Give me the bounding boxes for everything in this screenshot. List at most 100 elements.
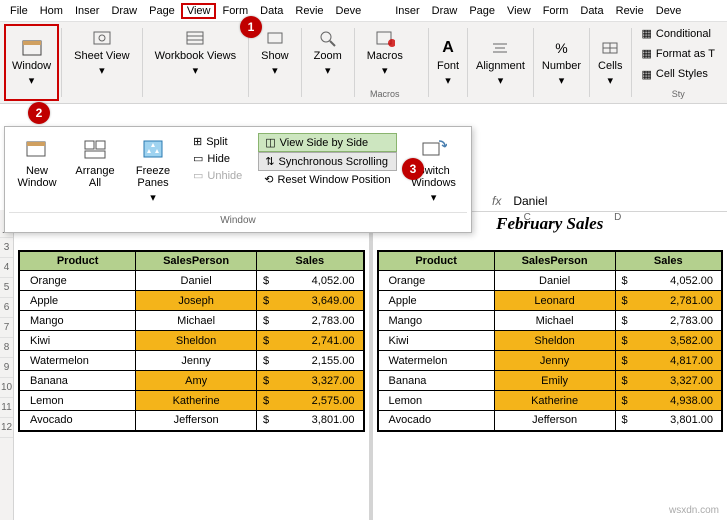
- format-as-table-button[interactable]: ▦Format as T: [638, 46, 720, 61]
- workbook-views-button[interactable]: Workbook Views ▾: [149, 26, 243, 79]
- zoom-button[interactable]: Zoom ▾: [308, 26, 348, 79]
- cell-sales[interactable]: 2,155.00: [275, 351, 363, 371]
- menu2-form[interactable]: Form: [537, 3, 575, 19]
- th-sales[interactable]: Sales: [257, 251, 364, 271]
- col-c[interactable]: C: [482, 212, 573, 228]
- menu-review[interactable]: Revie: [289, 3, 329, 19]
- formula-value[interactable]: Daniel: [509, 194, 551, 208]
- cell-product[interactable]: Kiwi: [378, 331, 495, 351]
- menu-draw[interactable]: Draw: [105, 3, 143, 19]
- cell-currency[interactable]: $: [257, 291, 276, 311]
- cell-currency[interactable]: $: [615, 351, 634, 371]
- th-product[interactable]: Product: [19, 251, 136, 271]
- table-row[interactable]: MangoMichael$2,783.00: [378, 311, 723, 331]
- table-row[interactable]: BananaEmily$3,327.00: [378, 371, 723, 391]
- row-7[interactable]: 7: [0, 318, 13, 338]
- conditional-format-button[interactable]: ▦Conditional: [638, 26, 715, 41]
- menu-home[interactable]: Hom: [34, 3, 69, 19]
- table-row[interactable]: MangoMichael$2,783.00: [19, 311, 364, 331]
- synchronous-scrolling-button[interactable]: ⇅Synchronous Scrolling: [258, 152, 396, 171]
- table-row[interactable]: KiwiSheldon$2,741.00: [19, 331, 364, 351]
- table-row[interactable]: AvocadoJefferson$3,801.00: [378, 411, 723, 431]
- view-side-by-side-button[interactable]: ◫View Side by Side: [258, 133, 396, 152]
- cell-product[interactable]: Banana: [19, 371, 136, 391]
- sheet-view-button[interactable]: Sheet View ▾: [68, 26, 135, 79]
- cell-currency[interactable]: $: [615, 291, 634, 311]
- cell-product[interactable]: Apple: [378, 291, 495, 311]
- window-button[interactable]: Window ▾: [4, 24, 59, 101]
- row-4[interactable]: 4: [0, 258, 13, 278]
- cell-person[interactable]: Michael: [494, 311, 615, 331]
- row-5[interactable]: 5: [0, 278, 13, 298]
- cell-currency[interactable]: $: [615, 331, 634, 351]
- table-row[interactable]: LemonKatherine$4,938.00: [378, 391, 723, 411]
- cell-person[interactable]: Daniel: [494, 271, 615, 291]
- cell-product[interactable]: Orange: [19, 271, 136, 291]
- col-d[interactable]: D: [573, 212, 664, 228]
- cell-sales[interactable]: 4,052.00: [634, 271, 722, 291]
- menu-insert[interactable]: Inser: [69, 3, 105, 19]
- menu2-page[interactable]: Page: [463, 3, 501, 19]
- th-salesperson-r[interactable]: SalesPerson: [494, 251, 615, 271]
- menu2-insert[interactable]: Inser: [389, 3, 425, 19]
- number-button[interactable]: % Number ▾: [536, 24, 587, 101]
- table-row[interactable]: WatermelonJenny$2,155.00: [19, 351, 364, 371]
- cell-product[interactable]: Apple: [19, 291, 136, 311]
- cell-product[interactable]: Watermelon: [378, 351, 495, 371]
- cell-sales[interactable]: 4,052.00: [275, 271, 363, 291]
- cell-person[interactable]: Leonard: [494, 291, 615, 311]
- cell-sales[interactable]: 3,582.00: [634, 331, 722, 351]
- cell-person[interactable]: Amy: [136, 371, 257, 391]
- th-sales-r[interactable]: Sales: [615, 251, 722, 271]
- cell-product[interactable]: Mango: [378, 311, 495, 331]
- cell-currency[interactable]: $: [257, 411, 276, 431]
- cell-person[interactable]: Katherine: [136, 391, 257, 411]
- table-row[interactable]: AvocadoJefferson$3,801.00: [19, 411, 364, 431]
- cell-sales[interactable]: 3,801.00: [634, 411, 722, 431]
- cell-currency[interactable]: $: [615, 391, 634, 411]
- new-window-button[interactable]: New Window: [9, 131, 65, 208]
- menu2-draw[interactable]: Draw: [426, 3, 464, 19]
- cell-person[interactable]: Emily: [494, 371, 615, 391]
- cell-sales[interactable]: 2,575.00: [275, 391, 363, 411]
- row-6[interactable]: 6: [0, 298, 13, 318]
- cell-sales[interactable]: 4,938.00: [634, 391, 722, 411]
- th-salesperson[interactable]: SalesPerson: [136, 251, 257, 271]
- cell-sales[interactable]: 3,649.00: [275, 291, 363, 311]
- cell-sales[interactable]: 3,327.00: [275, 371, 363, 391]
- menu-page[interactable]: Page: [143, 3, 181, 19]
- cell-person[interactable]: Jefferson: [136, 411, 257, 431]
- table-row[interactable]: BananaAmy$3,327.00: [19, 371, 364, 391]
- cell-person[interactable]: Michael: [136, 311, 257, 331]
- cell-product[interactable]: Avocado: [19, 411, 136, 431]
- table-row[interactable]: KiwiSheldon$3,582.00: [378, 331, 723, 351]
- row-9[interactable]: 9: [0, 358, 13, 378]
- cell-product[interactable]: Kiwi: [19, 331, 136, 351]
- cell-sales[interactable]: 2,783.00: [275, 311, 363, 331]
- cell-product[interactable]: Lemon: [378, 391, 495, 411]
- cell-product[interactable]: Orange: [378, 271, 495, 291]
- cell-product[interactable]: Avocado: [378, 411, 495, 431]
- table-row[interactable]: WatermelonJenny$4,817.00: [378, 351, 723, 371]
- fx-icon[interactable]: fx: [484, 194, 509, 208]
- split-button[interactable]: ⊞Split: [187, 133, 248, 150]
- cell-product[interactable]: Mango: [19, 311, 136, 331]
- show-button[interactable]: Show ▾: [255, 26, 295, 79]
- cell-currency[interactable]: $: [615, 271, 634, 291]
- cell-sales[interactable]: 2,781.00: [634, 291, 722, 311]
- menu-file[interactable]: File: [4, 3, 34, 19]
- hide-button[interactable]: ▭Hide: [187, 150, 248, 167]
- table-row[interactable]: AppleJoseph$3,649.00: [19, 291, 364, 311]
- row-11[interactable]: 11: [0, 398, 13, 418]
- menu2-developer[interactable]: Deve: [650, 3, 688, 19]
- cell-person[interactable]: Sheldon: [494, 331, 615, 351]
- menu-view[interactable]: View: [181, 3, 217, 19]
- cell-currency[interactable]: $: [257, 371, 276, 391]
- th-product-r[interactable]: Product: [378, 251, 495, 271]
- font-button[interactable]: A Font ▾: [431, 24, 465, 101]
- table-row[interactable]: LemonKatherine$2,575.00: [19, 391, 364, 411]
- row-12[interactable]: 12: [0, 418, 13, 438]
- cell-person[interactable]: Jenny: [494, 351, 615, 371]
- cell-currency[interactable]: $: [257, 351, 276, 371]
- cell-sales[interactable]: 3,801.00: [275, 411, 363, 431]
